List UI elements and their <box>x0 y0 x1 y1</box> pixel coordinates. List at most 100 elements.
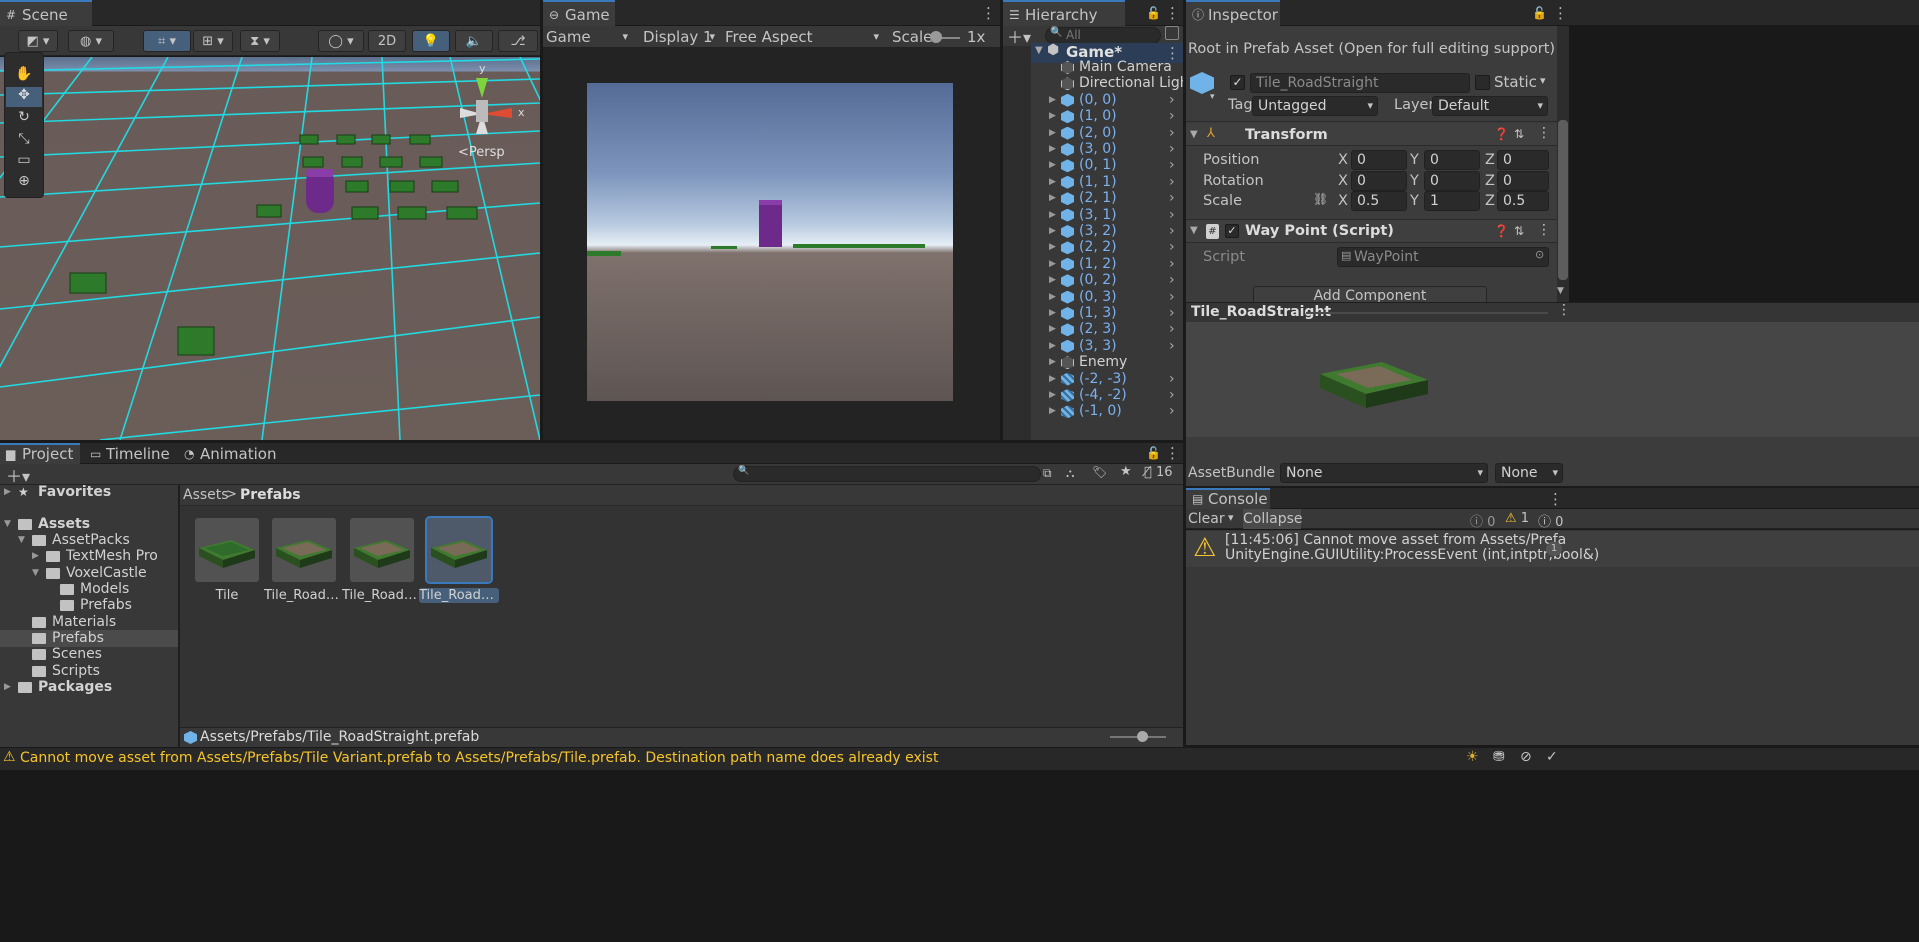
open-prefab-chevron-icon[interactable]: › <box>1169 305 1175 322</box>
open-prefab-chevron-icon[interactable]: › <box>1169 108 1175 125</box>
expand-arrow-icon[interactable]: ▶ <box>1049 141 1056 158</box>
hierarchy-row[interactable]: ▶ (2, 0) › <box>1031 125 1183 142</box>
console-log-toggle[interactable]: ⓘ 0 <box>1470 511 1495 530</box>
grid-snap-button[interactable]: ⌗ ▾ <box>143 30 191 52</box>
console-clear-button[interactable]: Clear <box>1188 511 1225 527</box>
expand-arrow-icon[interactable]: ▶ <box>1049 190 1056 207</box>
search-by-type-icon[interactable]: ⧉ <box>1043 466 1052 481</box>
rect-tool-icon[interactable]: ▭ <box>6 152 42 172</box>
prefab-asset-thumbnail[interactable]: Tile <box>195 518 259 603</box>
open-prefab-chevron-icon[interactable]: › <box>1169 92 1175 109</box>
hierarchy-kebab-icon[interactable]: ⋮ <box>1165 0 1180 26</box>
scale-x-field[interactable]: 0.5 <box>1351 191 1407 211</box>
waypoint-menu-icon[interactable]: ⋮ <box>1537 222 1551 238</box>
rotate-tool-icon[interactable]: ↻ <box>6 109 42 129</box>
project-tree-item[interactable]: ▼ AssetPacks <box>0 532 178 549</box>
tab-timeline[interactable]: ▭ Timeline <box>84 443 178 464</box>
scale-z-label[interactable]: Z <box>1485 193 1495 209</box>
tree-expand-arrow-icon[interactable]: ▼ <box>32 565 39 582</box>
expand-arrow-icon[interactable]: ▶ <box>1049 272 1056 289</box>
scale-z-field[interactable]: 0.5 <box>1497 191 1549 211</box>
position-y-label[interactable]: Y <box>1410 152 1419 168</box>
expand-arrow-icon[interactable]: ▶ <box>1049 354 1056 371</box>
hierarchy-row[interactable]: ▶ (3, 0) › <box>1031 141 1183 158</box>
hierarchy-row[interactable]: ▶ (2, 3) › <box>1031 321 1183 338</box>
project-tree-item[interactable]: Scenes <box>0 646 178 663</box>
render-mode-button[interactable]: ◯ ▾ <box>318 30 364 52</box>
hierarchy-row[interactable]: ▶ (2, 1) › <box>1031 190 1183 207</box>
active-checkbox[interactable]: ✓ <box>1230 75 1245 90</box>
static-dropdown-arrow[interactable]: ▾ <box>1540 74 1546 87</box>
project-tree-item[interactable]: Scripts <box>0 663 178 680</box>
expand-arrow-icon[interactable]: ▶ <box>1049 92 1056 109</box>
open-prefab-chevron-icon[interactable]: › <box>1169 141 1175 158</box>
globe-dropdown-button[interactable]: ◍ ▾ <box>68 30 114 52</box>
static-checkbox[interactable] <box>1475 75 1490 90</box>
expand-arrow-icon[interactable]: ▶ <box>1049 305 1056 322</box>
assetbundle-dropdown[interactable]: None <box>1280 463 1488 483</box>
status-cache-icon[interactable]: ⛃ <box>1493 749 1505 765</box>
hierarchy-row[interactable]: ▶ (1, 0) › <box>1031 108 1183 125</box>
2d-toggle-button[interactable]: 2D <box>368 30 406 52</box>
waypoint-foldout-arrow[interactable]: ▼ <box>1190 225 1198 236</box>
expand-arrow-icon[interactable]: ▶ <box>1049 387 1056 404</box>
search-by-label-icon[interactable]: ⛬ <box>1066 466 1074 481</box>
status-progress-icon[interactable]: ☀ <box>1466 749 1479 765</box>
expand-arrow-icon[interactable]: ▶ <box>1049 174 1056 191</box>
transform-menu-icon[interactable]: ⋮ <box>1537 125 1551 141</box>
scale-y-label[interactable]: Y <box>1410 193 1419 209</box>
hierarchy-row[interactable]: ▶ (3, 2) › <box>1031 223 1183 240</box>
expand-arrow-icon[interactable]: ▶ <box>1049 125 1056 142</box>
open-prefab-chevron-icon[interactable]: › <box>1169 338 1175 355</box>
expand-arrow-icon[interactable]: ▶ <box>1049 239 1056 256</box>
open-prefab-chevron-icon[interactable]: › <box>1169 256 1175 273</box>
prefab-asset-thumbnail[interactable]: Tile_RoadC... <box>264 518 344 603</box>
status-debug-icon[interactable]: ⊘ <box>1520 749 1532 765</box>
hierarchy-row[interactable]: Directional Light <box>1031 75 1194 92</box>
rotation-x-label[interactable]: X <box>1338 173 1348 189</box>
icon-dropdown-arrow[interactable]: ▾ <box>1210 92 1215 102</box>
hierarchy-row[interactable]: ▶ (2, 2) › <box>1031 239 1183 256</box>
transform-help-icon[interactable]: ❓ <box>1494 127 1509 141</box>
rotation-y-label[interactable]: Y <box>1410 173 1419 189</box>
hierarchy-lock-icon[interactable]: 🔓 <box>1146 0 1161 26</box>
hierarchy-row[interactable]: ▶ (1, 3) › <box>1031 305 1183 322</box>
open-prefab-chevron-icon[interactable]: › <box>1169 272 1175 289</box>
project-tree-item[interactable]: Prefabs <box>0 597 178 614</box>
hierarchy-row[interactable]: ▶ (3, 1) › <box>1031 207 1183 224</box>
tree-expand-arrow-icon[interactable]: ▼ <box>4 516 11 533</box>
display-dropdown[interactable]: Display 1 <box>643 26 719 48</box>
expand-arrow-icon[interactable]: ▶ <box>1049 108 1056 125</box>
tree-expand-arrow-icon[interactable]: ▶ <box>32 548 39 565</box>
open-prefab-chevron-icon[interactable]: › <box>1169 157 1175 174</box>
tab-scene[interactable]: # Scene <box>0 0 92 26</box>
inspector-kebab-icon[interactable]: ⋮ <box>1553 0 1568 26</box>
scale-y-field[interactable]: 1 <box>1424 191 1480 211</box>
game-kebab-icon[interactable]: ⋮ <box>981 0 996 26</box>
project-search-input[interactable] <box>733 466 1041 482</box>
breadcrumb-assets[interactable]: Assets <box>183 487 229 503</box>
tab-inspector[interactable]: ⓘ Inspector <box>1186 0 1280 26</box>
open-prefab-chevron-icon[interactable]: › <box>1169 174 1175 191</box>
expand-arrow-icon[interactable]: ▶ <box>1049 289 1056 306</box>
script-picker-icon[interactable]: ⊙ <box>1535 248 1544 261</box>
tab-hierarchy[interactable]: ☰ Hierarchy <box>1003 0 1125 26</box>
project-tree-item[interactable]: Materials <box>0 614 178 631</box>
scale-slider-handle[interactable] <box>930 31 942 43</box>
tag-dropdown[interactable]: Untagged <box>1252 96 1378 116</box>
breadcrumb-prefabs[interactable]: Prefabs <box>240 487 301 503</box>
expand-arrow-icon[interactable]: ▶ <box>1049 223 1056 240</box>
hierarchy-row[interactable]: ▶ (1, 2) › <box>1031 256 1183 273</box>
favorite-star-icon[interactable]: ★ <box>1120 464 1132 479</box>
prefab-asset-thumbnail[interactable]: Tile_RoadS... <box>342 518 422 603</box>
open-prefab-chevron-icon[interactable]: › <box>1169 321 1175 338</box>
assetbundle-variant-dropdown[interactable]: None <box>1495 463 1563 483</box>
console-warning-toggle[interactable]: ⚠ 1 <box>1505 511 1529 526</box>
expand-arrow-icon[interactable]: ▶ <box>1049 207 1056 224</box>
game-viewport[interactable] <box>587 83 953 401</box>
transform-preset-icon[interactable]: ⇅ <box>1514 127 1524 141</box>
hierarchy-row[interactable]: Main Camera <box>1031 59 1183 76</box>
waypoint-help-icon[interactable]: ❓ <box>1494 224 1509 238</box>
rotation-y-field[interactable]: 0 <box>1424 171 1480 191</box>
position-x-label[interactable]: X <box>1338 152 1348 168</box>
